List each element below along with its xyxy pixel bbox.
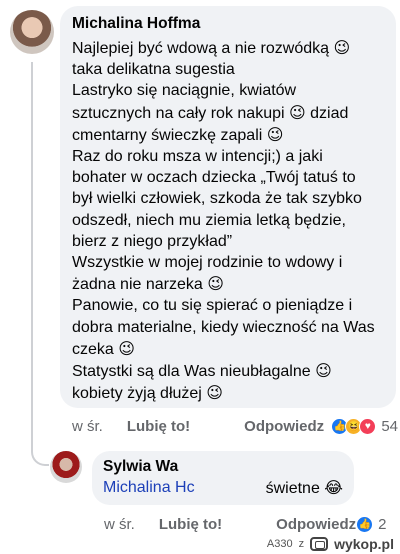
- reply-reaction-summary[interactable]: 👍: [356, 515, 374, 533]
- reply-text: Michalina Hc świetne 😂: [103, 477, 343, 499]
- winking-face-icon: 😉: [206, 383, 223, 403]
- comment-line: Wszystkie w mojej rodzinie to wdowy i: [72, 252, 384, 273]
- comment-line: czeka 😉: [72, 338, 384, 360]
- comment-line: był wielki człowiek, szkoda że tak szybk…: [72, 188, 384, 209]
- comment-actions: w śr. Lubię to! Odpowiedz 👍 😆 ♥ 54: [72, 414, 398, 438]
- comment-line-text: Panowie, co tu się spierać o pieniądze i: [72, 297, 353, 315]
- reply-button[interactable]: Odpowiedz: [244, 418, 324, 435]
- reply-timestamp[interactable]: w śr.: [104, 516, 135, 533]
- mention-link[interactable]: Michalina Hc: [103, 477, 195, 499]
- winking-face-icon: 😉: [207, 274, 224, 294]
- comment-line: odszedł, niech mu ziemia letką będzie,: [72, 210, 384, 231]
- comment-line-text: był wielki człowiek, szkoda że tak szybk…: [72, 190, 362, 208]
- comment-line-text: bierz z niego przykład”: [72, 232, 233, 250]
- comment-line-text: sztucznych na cały rok nakupi: [72, 104, 289, 122]
- reply-bubble: Sylwia Wa Michalina Hc świetne 😂: [92, 451, 354, 505]
- comment-line-text: taka delikatna sugestia: [72, 61, 235, 79]
- comment-line-text: kobiety żyją dłużej: [72, 385, 207, 403]
- comment-line: Statystki są dla Was nieubłagalne 😉: [72, 360, 384, 382]
- winking-face-icon: 😉: [315, 361, 332, 381]
- comment-line: sztucznych na cały rok nakupi 😉 dziad: [72, 102, 384, 124]
- reaction-count: 54: [381, 417, 398, 435]
- comment-line-text: czeka: [72, 340, 119, 358]
- watermark: A330 z wykop.pl: [267, 536, 394, 552]
- comment-line: bierz z niego przykład”: [72, 231, 384, 252]
- comment-line-text: Najlepiej być wdową a nie rozwódką: [72, 40, 334, 57]
- comment-line-text: dobra materialne, kiedy wieczność na Was: [72, 318, 375, 336]
- thread-connector: [31, 62, 49, 466]
- comment-line-text: żadna nie narzeka: [72, 276, 208, 294]
- comment-line: Panowie, co tu się spierać o pieniądze i: [72, 295, 384, 316]
- watermark-z: z: [298, 538, 305, 550]
- reply-like-button[interactable]: Lubię to!: [159, 516, 222, 533]
- reply-message: świetne: [265, 480, 325, 497]
- comment-line: Raz do roku msza w intencji;) a jaki: [72, 146, 384, 167]
- winking-face-icon: 😉: [118, 338, 135, 358]
- comment-line: żadna nie narzeka 😉: [72, 273, 384, 295]
- comment-text: Najlepiej być wdową a nie rozwódką 😉 taka…: [72, 37, 384, 404]
- reply-reaction-count: 2: [378, 515, 387, 533]
- winking-face-icon: 😉: [289, 102, 306, 122]
- comment-line: kobiety żyją dłużej 😉: [72, 382, 384, 404]
- comment-line: Najlepiej być wdową a nie rozwódką 😉: [72, 37, 384, 59]
- reply-author[interactable]: Sylwia Wa: [103, 457, 343, 477]
- comment-timestamp[interactable]: w śr.: [72, 418, 103, 435]
- comment-line: Lastryko się naciągnie, kwiatów: [72, 80, 384, 101]
- comment-line-text: bohater w oczach dziecka „Twój tatuś to: [72, 169, 356, 187]
- comment-line-text: dziad: [305, 104, 349, 122]
- comment-line-text: cmentarny świeczkę zapali: [72, 126, 267, 144]
- reply-reply-button[interactable]: Odpowiedz: [276, 516, 356, 533]
- comment-line-text: Wszystkie w mojej rodzinie to wdowy i: [72, 254, 343, 272]
- comment-line: cmentarny świeczkę zapali 😉: [72, 124, 384, 146]
- avatar[interactable]: [50, 451, 82, 483]
- comment-author[interactable]: Michalina Hoffma: [72, 14, 384, 34]
- winking-face-icon: 😉: [333, 38, 351, 57]
- comment-line-text: Statystki są dla Was nieubłagalne: [72, 363, 316, 381]
- winking-face-icon: 😉: [266, 124, 284, 144]
- reply-actions: w śr. Lubię to! Odpowiedz 👍 2: [104, 512, 398, 536]
- avatar[interactable]: [10, 10, 54, 54]
- comment-line-text: Lastryko się naciągnie, kwiatów: [72, 82, 297, 100]
- reaction-summary[interactable]: 👍 😆 ♥: [331, 417, 377, 435]
- like-button[interactable]: Lubię to!: [127, 418, 190, 435]
- comment-line-text: Raz do roku msza w intencji;) a jaki: [72, 148, 323, 166]
- thumbs-up-icon: 👍: [356, 515, 374, 533]
- watermark-tag: A330: [266, 538, 293, 550]
- wykop-logo-icon: [310, 537, 329, 551]
- comment-line: bohater w oczach dziecka „Twój tatuś to: [72, 167, 384, 188]
- watermark-brand: wykop.pl: [334, 536, 394, 552]
- tears-of-joy-icon: 😂: [324, 478, 343, 497]
- heart-icon: ♥: [359, 417, 377, 435]
- comment-line: taka delikatna sugestia: [72, 59, 384, 80]
- comment-line: dobra materialne, kiedy wieczność na Was: [72, 317, 384, 338]
- comment-line-text: odszedł, niech mu ziemia letką będzie,: [72, 211, 346, 229]
- comment-bubble: Michalina Hoffma Najlepiej być wdową a n…: [60, 6, 396, 408]
